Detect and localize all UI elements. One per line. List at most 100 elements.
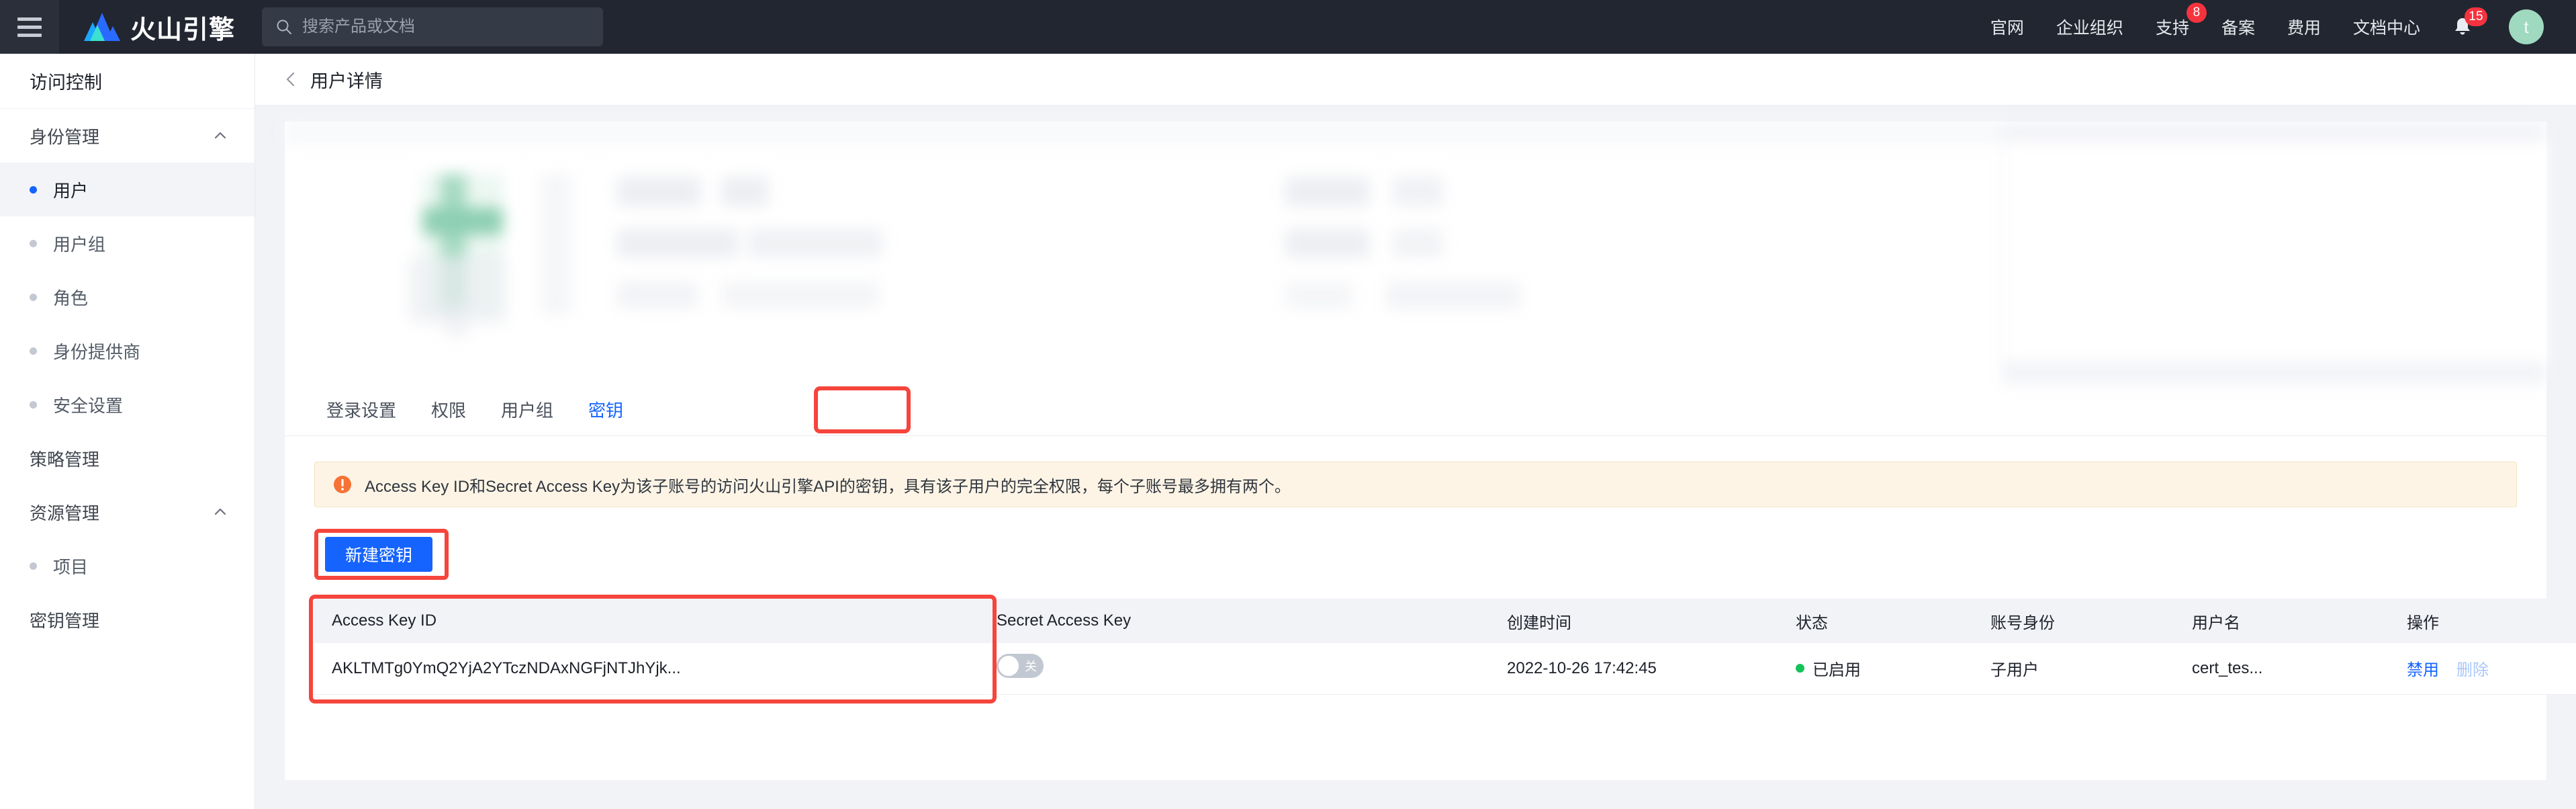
bullet-icon bbox=[30, 239, 37, 247]
tab-user-groups[interactable]: 用户组 bbox=[484, 397, 571, 435]
sidebar-item-key-management[interactable]: 密钥管理 bbox=[0, 593, 255, 646]
tab-label: 密钥 bbox=[588, 400, 624, 421]
table-header-row: Access Key ID Secret Access Key 创建时间 状态 … bbox=[314, 599, 2576, 643]
volcano-logo-icon bbox=[84, 13, 120, 41]
sidebar-item-roles[interactable]: 角色 bbox=[0, 270, 255, 324]
secret-access-key-toggle[interactable]: 关 bbox=[997, 654, 1044, 679]
nav-link-official-site[interactable]: 官网 bbox=[1990, 15, 2024, 39]
cell-operations: 禁用 删除 bbox=[2389, 643, 2576, 695]
table-body: AKLTMTg0YmQ2YjA2YTczNDAxNGFjNTJhYjk... 关… bbox=[314, 643, 2576, 695]
nav-link-billing[interactable]: 费用 bbox=[2287, 15, 2321, 39]
cell-secret-access-key: 关 bbox=[979, 643, 1489, 695]
sidebar-item-label: 角色 bbox=[53, 288, 89, 308]
avatar-initial: t bbox=[2524, 16, 2529, 37]
notifications-button[interactable]: 15 bbox=[2452, 7, 2487, 38]
sidebar-group-label: 资源管理 bbox=[30, 503, 100, 523]
status-dot-icon bbox=[1796, 664, 1804, 673]
nav-link-label: 支持 bbox=[2155, 19, 2189, 38]
notification-count-badge: 15 bbox=[2465, 7, 2487, 26]
tab-label: 权限 bbox=[431, 400, 467, 421]
row-actions: 禁用 删除 bbox=[2407, 656, 2576, 680]
bullet-icon bbox=[30, 293, 37, 301]
user-avatar[interactable]: t bbox=[2509, 9, 2544, 44]
sidebar-item-label: 项目 bbox=[53, 556, 89, 577]
sidebar-item-projects[interactable]: 项目 bbox=[0, 539, 255, 593]
content-scroll-area: 登录设置 权限 用户组 密钥 Access Key ID和Secret Acce… bbox=[255, 105, 2576, 809]
tab-login-settings[interactable]: 登录设置 bbox=[314, 397, 414, 435]
search-box[interactable] bbox=[262, 7, 604, 46]
table-row: AKLTMTg0YmQ2YjA2YTczNDAxNGFjNTJhYjk... 关… bbox=[314, 643, 2576, 695]
bullet-icon bbox=[30, 400, 37, 409]
user-profile-card-redacted bbox=[285, 122, 2546, 384]
nav-link-label: 备案 bbox=[2221, 19, 2255, 38]
delete-key-link: 删除 bbox=[2456, 661, 2489, 680]
column-header-access-key-id: Access Key ID bbox=[314, 599, 979, 643]
nav-link-label: 文档中心 bbox=[2352, 19, 2420, 38]
sidebar-item-security-settings[interactable]: 安全设置 bbox=[0, 378, 255, 431]
detail-panel: 登录设置 权限 用户组 密钥 Access Key ID和Secret Acce… bbox=[285, 122, 2576, 780]
nav-link-label: 官网 bbox=[1990, 19, 2024, 38]
bullet-icon bbox=[30, 562, 37, 570]
brand-logo-link[interactable]: 火山引擎 bbox=[83, 9, 235, 46]
sidebar-item-identity-providers[interactable]: 身份提供商 bbox=[0, 324, 255, 378]
nav-link-label: 费用 bbox=[2287, 19, 2321, 38]
hamburger-icon bbox=[17, 17, 42, 37]
search-input[interactable] bbox=[302, 17, 590, 36]
sidebar-group-label: 身份管理 bbox=[30, 126, 100, 147]
sidebar-title: 访问控制 bbox=[0, 54, 255, 109]
cell-account-identity: 子用户 bbox=[1973, 643, 2174, 695]
nav-link-docs-center[interactable]: 文档中心 bbox=[2353, 15, 2420, 39]
nav-link-enterprise-org[interactable]: 企业组织 bbox=[2056, 15, 2123, 39]
sidebar-item-user-groups[interactable]: 用户组 bbox=[0, 216, 255, 270]
tab-label: 用户组 bbox=[501, 400, 554, 421]
search-icon bbox=[277, 19, 292, 34]
nav-link-support[interactable]: 支持 8 bbox=[2155, 3, 2207, 39]
top-nav-links: 官网 企业组织 支持 8 备案 费用 文档中心 15 t bbox=[1990, 0, 2576, 54]
detail-tabs: 登录设置 权限 用户组 密钥 bbox=[285, 384, 2546, 436]
sidebar-item-label: 用户 bbox=[53, 180, 89, 201]
toggle-knob bbox=[999, 656, 1019, 677]
access-key-info-banner: Access Key ID和Secret Access Key为该子账号的访问火… bbox=[314, 462, 2517, 507]
warning-circle-icon bbox=[334, 476, 351, 493]
bullet-icon bbox=[30, 185, 37, 194]
sidebar-group-identity-management[interactable]: 身份管理 bbox=[0, 109, 255, 163]
cell-status: 已启用 bbox=[1778, 643, 1973, 695]
tab-access-keys[interactable]: 密钥 bbox=[571, 397, 641, 435]
sidebar-item-label: 安全设置 bbox=[53, 395, 124, 416]
brand-name: 火山引擎 bbox=[130, 15, 236, 44]
column-header-status: 状态 bbox=[1778, 599, 1973, 643]
nav-link-label: 企业组织 bbox=[2056, 19, 2123, 38]
page-header: 用户详情 bbox=[255, 54, 2576, 105]
tab-access-keys-highlight-box bbox=[814, 386, 911, 433]
cell-access-key-id: AKLTMTg0YmQ2YjA2YTczNDAxNGFjNTJhYjk... bbox=[314, 643, 979, 695]
status-label: 已启用 bbox=[1812, 661, 1861, 680]
column-header-account-identity: 账号身份 bbox=[1973, 599, 2174, 643]
support-badge: 8 bbox=[2186, 3, 2207, 23]
cell-create-time: 2022-10-26 17:42:45 bbox=[1489, 643, 1778, 695]
menu-toggle-button[interactable] bbox=[0, 0, 59, 54]
sidebar-item-label: 用户组 bbox=[53, 234, 106, 255]
chevron-up-icon bbox=[214, 508, 226, 515]
access-keys-table-wrapper: Access Key ID Secret Access Key 创建时间 状态 … bbox=[309, 595, 2576, 704]
cell-username: cert_tes... bbox=[2174, 643, 2389, 695]
sidebar-item-label: 策略管理 bbox=[30, 449, 100, 470]
nav-link-icp-filing[interactable]: 备案 bbox=[2221, 15, 2255, 39]
sidebar-group-resource-management[interactable]: 资源管理 bbox=[0, 485, 255, 539]
sidebar: 访问控制 身份管理 用户 用户组 角色 身份提供商 安全设置 策略管理 资源管理… bbox=[0, 54, 255, 809]
status-badge: 已启用 bbox=[1796, 656, 1973, 680]
tab-permissions[interactable]: 权限 bbox=[414, 397, 484, 435]
column-header-secret-access-key: Secret Access Key bbox=[979, 599, 1489, 643]
page-title: 用户详情 bbox=[310, 71, 383, 91]
chevron-left-icon[interactable] bbox=[285, 71, 297, 87]
create-access-key-button[interactable]: 新建密钥 bbox=[325, 537, 433, 572]
banner-text: Access Key ID和Secret Access Key为该子账号的访问火… bbox=[365, 477, 1291, 496]
column-header-username: 用户名 bbox=[2174, 599, 2389, 643]
disable-key-link[interactable]: 禁用 bbox=[2407, 656, 2439, 680]
table-header: Access Key ID Secret Access Key 创建时间 状态 … bbox=[314, 599, 2576, 643]
sidebar-item-users[interactable]: 用户 bbox=[0, 163, 255, 216]
access-keys-table: Access Key ID Secret Access Key 创建时间 状态 … bbox=[314, 599, 2576, 695]
column-header-create-time: 创建时间 bbox=[1489, 599, 1778, 643]
sidebar-item-label: 密钥管理 bbox=[30, 610, 100, 631]
sidebar-item-policy-management[interactable]: 策略管理 bbox=[0, 431, 255, 485]
chevron-up-icon bbox=[214, 132, 226, 139]
